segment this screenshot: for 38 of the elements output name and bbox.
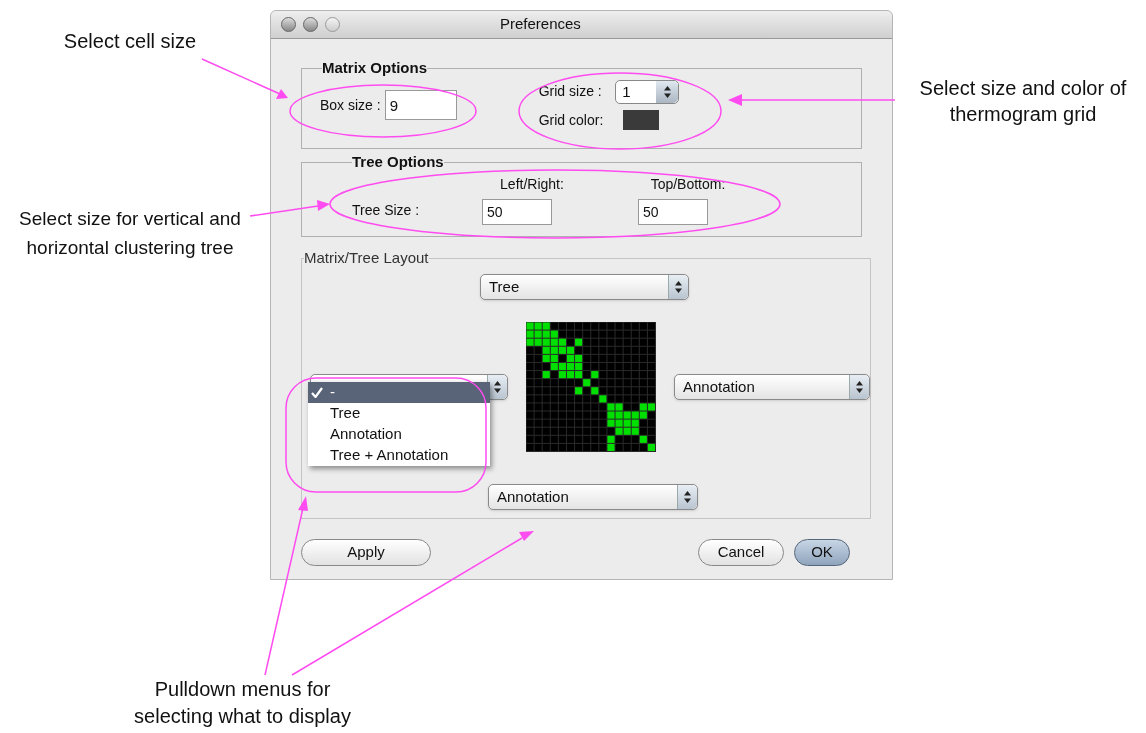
popup-button[interactable]: Annotation [674,373,870,400]
popup-button[interactable]: Annotation [488,483,698,510]
dialog-button[interactable]: OK [794,539,850,566]
group-title: Tree Options [352,152,444,172]
annotation-text: Select size and color of thermogram grid [918,76,1128,127]
annotation-text: Select cell size [62,29,198,54]
up-down-arrows-icon [675,280,682,293]
menu-item[interactable]: Tree + Annotation [308,444,490,466]
field-label: Tree Size : [352,200,421,220]
menu-item[interactable]: - [308,381,490,403]
field-label: Grid color: [538,110,604,130]
field-label: Box size : [320,95,381,115]
color-swatch[interactable] [623,110,660,130]
window-title: Preferences [500,14,581,35]
column-label: Top/Bottom: [649,174,727,194]
menu-item[interactable]: Annotation [308,423,490,445]
zoom-icon[interactable] [325,17,340,32]
up-down-arrows-icon [856,380,863,393]
group-title: Matrix/Tree Layout [304,248,429,268]
check-icon [311,386,323,398]
input-field[interactable]: 9 [384,90,457,120]
dialog-button[interactable]: Apply [301,539,431,566]
group-title: Matrix Options [322,58,427,78]
field-label: Grid size : [538,82,603,101]
close-icon[interactable] [281,17,296,32]
annotation-text: Pulldown menus for selecting what to display [133,677,352,729]
input-field[interactable]: 50 [482,198,552,225]
stepper[interactable]: 1 [615,79,680,104]
menu-item[interactable]: Tree [308,402,490,424]
annotation-text: Select size for vertical and horizontal clustering tree [18,207,242,260]
dialog-button[interactable]: Cancel [698,539,784,566]
up-down-arrows-icon [684,490,691,503]
column-label: Left/Right: [499,174,565,194]
input-field[interactable]: 50 [638,198,708,225]
up-down-arrows-icon [663,85,671,98]
minimize-icon[interactable] [303,17,318,32]
up-down-arrows-icon [494,380,501,393]
popup-button[interactable]: Tree [480,273,689,300]
